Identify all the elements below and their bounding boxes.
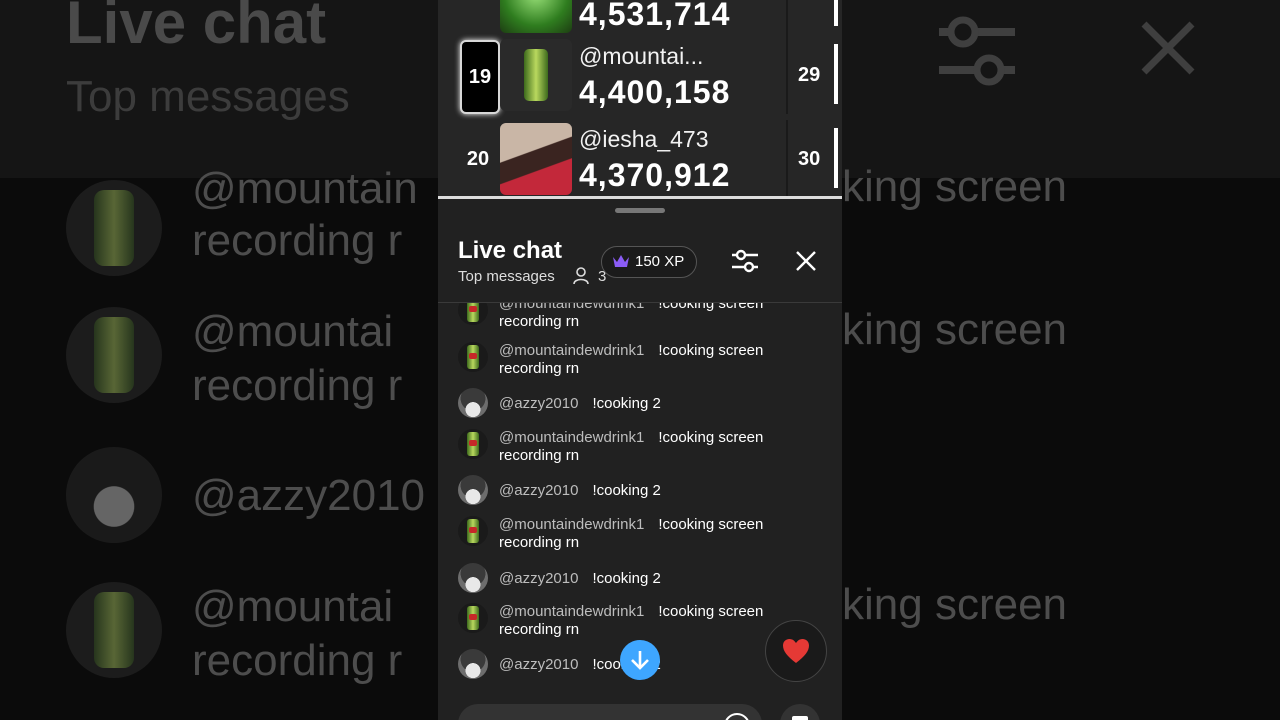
xp-badge[interactable]: 150 XP [601,246,697,278]
background-can-icon [94,190,134,266]
message-author: @mountaindewdrink1 [499,429,645,446]
leaderboard: 4,531,714 19 @mountai... 4,400,158 29 20… [438,0,842,196]
xp-label: 150 XP [635,253,685,270]
avatar [458,475,488,505]
avatar [458,342,488,372]
message-author: @mountaindewdrink1 [499,303,645,312]
leaderboard-right-cell: 29 [786,36,838,114]
chat-mode-selector[interactable]: Top messages [458,268,555,285]
message-author: @azzy2010 [499,482,579,499]
background-can-icon [94,592,134,668]
background-author: @azzy2010 [192,471,426,520]
avatar [458,563,488,593]
message-body: @azzy2010 !cooking 2 [499,395,809,413]
message-text: !cooking 2 [592,395,661,412]
background-subtitle: Top messages [66,72,350,121]
background-author: @mountain [192,164,418,213]
can-icon [467,606,479,630]
leaderboard-avatar [500,123,572,195]
person-icon [573,267,589,285]
background-title: Live chat [66,0,327,56]
avatar [458,429,488,459]
background-right-text: king screen [842,162,1068,211]
leaderboard-score: 4,531,714 [579,0,731,32]
heart-icon [783,639,809,663]
background-can-icon [94,317,134,393]
leaderboard-name: @mountai... [579,43,704,69]
message-body: @mountaindewdrink1 !cooking screen record… [499,603,809,639]
leaderboard-rank: 19 [468,66,492,88]
drag-handle[interactable] [615,208,665,213]
message-text: !cooking 2 [592,570,661,587]
avatar [458,303,488,325]
money-icon [792,716,808,720]
message-author: @azzy2010 [499,570,579,587]
crown-icon [613,255,629,267]
message-body: @mountaindewdrink1 !cooking screen record… [499,516,809,552]
leaderboard-right-rank: 29 [798,64,821,86]
message-text: !cooking 2 [592,482,661,499]
background-text: recording r [192,636,403,685]
live-chat-panel: Live chat Top messages 3 150 XP @mountai… [438,199,842,720]
super-chat-button[interactable] [780,704,820,720]
phone-view: 4,531,714 19 @mountai... 4,400,158 29 20… [438,0,842,720]
background-close-icon [1141,21,1195,75]
message-body: @mountaindewdrink1 !cooking screen record… [499,342,809,378]
background-author: @mountai [192,582,394,631]
message-body: @azzy2010 !cooking 2 [499,570,809,588]
leaderboard-row[interactable]: 20 @iesha_473 4,370,912 30 [438,120,842,196]
avatar [458,388,488,418]
message-body: @mountaindewdrink1 !cooking screen record… [499,303,809,331]
message-author: @azzy2010 [499,395,579,412]
background-tune-icon [939,16,1015,86]
chat-title: Live chat [458,237,563,264]
message-author: @mountaindewdrink1 [499,603,645,620]
close-icon[interactable] [795,250,817,272]
can-icon [467,432,479,456]
leaderboard-avatar [500,39,572,111]
message-body: @azzy2010 !cooking 2 [499,482,809,500]
leaderboard-name: @iesha_473 [579,126,709,152]
leaderboard-row[interactable]: 19 @mountai... 4,400,158 29 [438,36,842,114]
background-right-text: king screen [842,305,1068,354]
message-author: @mountaindewdrink1 [499,342,645,359]
rank-badge: 19 [460,40,500,114]
leaderboard-right-rank: 30 [798,148,821,170]
can-icon [524,49,548,101]
background-text: recording r [192,216,403,265]
leaderboard-rank: 20 [466,148,490,170]
background-avatar [66,447,162,543]
avatar [458,603,488,633]
chat-input[interactable] [458,704,762,720]
message-body: @mountaindewdrink1 !cooking screen record… [499,429,809,465]
can-icon [467,345,479,369]
leaderboard-right-cell [786,0,838,36]
avatar [458,516,488,546]
message-author: @mountaindewdrink1 [499,516,645,533]
background-right-text: king screen [842,580,1068,629]
arrow-down-icon [631,651,649,670]
leaderboard-score: 4,400,158 [579,74,731,110]
background-author: @mountai [192,307,394,356]
leaderboard-right-cell: 30 [786,120,838,196]
can-icon [467,519,479,543]
heart-reaction-button[interactable] [765,620,827,682]
leaderboard-avatar [500,0,572,33]
background-text: recording r [192,361,403,410]
message-author: @azzy2010 [499,656,579,673]
jump-to-latest-button[interactable] [620,640,660,680]
tune-icon[interactable] [731,248,759,274]
leaderboard-score: 4,370,912 [579,157,731,193]
can-icon [467,303,479,322]
leaderboard-row[interactable]: 4,531,714 [438,0,842,36]
avatar [458,649,488,679]
